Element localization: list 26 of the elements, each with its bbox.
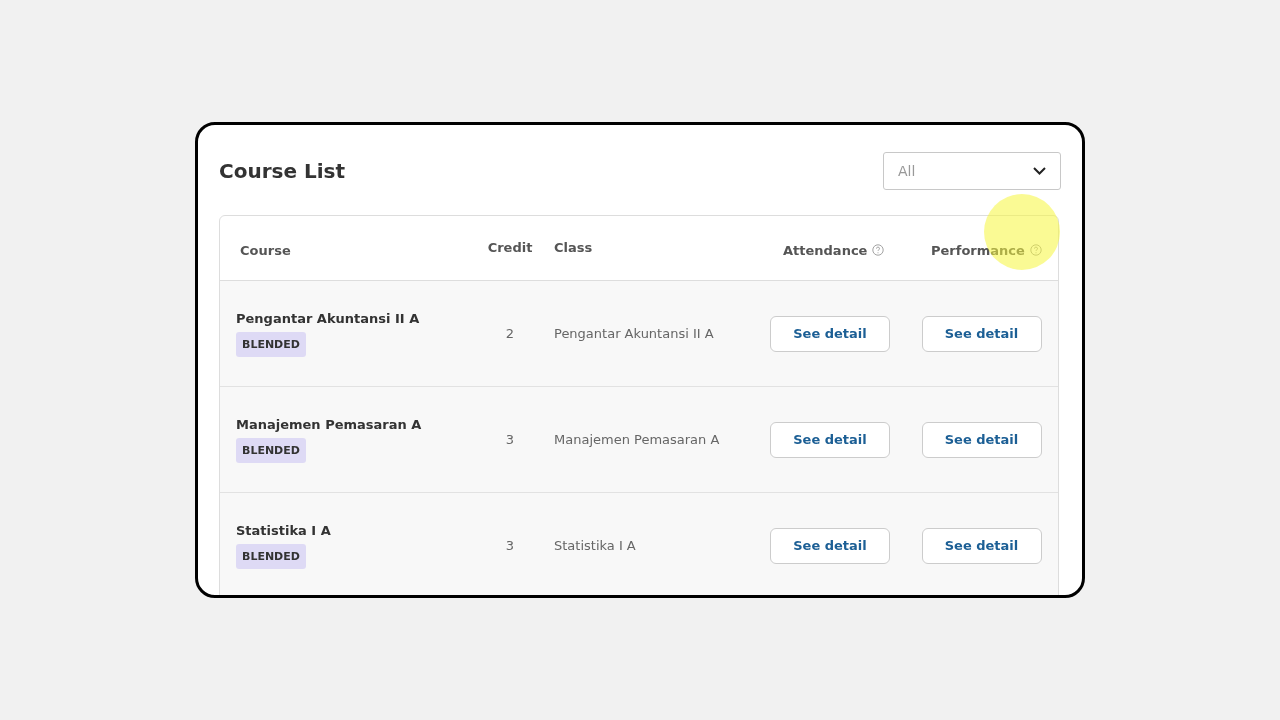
course-tag: BLENDED bbox=[236, 331, 306, 357]
attendance-detail-button[interactable]: See detail bbox=[770, 421, 890, 458]
attendance-detail-button[interactable]: See detail bbox=[770, 527, 890, 564]
course-tag: BLENDED bbox=[236, 437, 306, 463]
performance-detail-button[interactable]: See detail bbox=[921, 421, 1042, 458]
performance-detail-button[interactable]: See detail bbox=[921, 527, 1042, 564]
class-cell-text: Pengantar Akuntansi II A bbox=[553, 326, 715, 341]
column-header: Class bbox=[554, 239, 593, 255]
chevron-down-icon bbox=[1033, 167, 1046, 175]
course-name: Manajemen Pemasaran A bbox=[236, 416, 422, 432]
help-icon[interactable] bbox=[872, 244, 885, 256]
class-cell-text: Manajemen Pemasaran A bbox=[553, 432, 721, 447]
credit-cell-text: 3 bbox=[504, 538, 516, 553]
column-header: Credit bbox=[487, 239, 533, 255]
class-cell-text: Statistika I A bbox=[553, 538, 637, 553]
course-name: Statistika I A bbox=[236, 522, 331, 538]
help-icon[interactable] bbox=[1029, 244, 1042, 256]
credit-cell-text: 2 bbox=[504, 326, 516, 341]
performance-detail-button[interactable]: See detail bbox=[921, 315, 1042, 352]
page-title: Course List bbox=[219, 159, 345, 183]
course-name: Pengantar Akuntansi II A bbox=[236, 310, 420, 326]
attendance-detail-button[interactable]: See detail bbox=[770, 315, 890, 352]
credit-cell-text: 3 bbox=[504, 432, 516, 447]
course-tag: BLENDED bbox=[236, 543, 306, 569]
column-header: Course bbox=[240, 242, 291, 258]
column-header: Attendance bbox=[783, 242, 868, 258]
